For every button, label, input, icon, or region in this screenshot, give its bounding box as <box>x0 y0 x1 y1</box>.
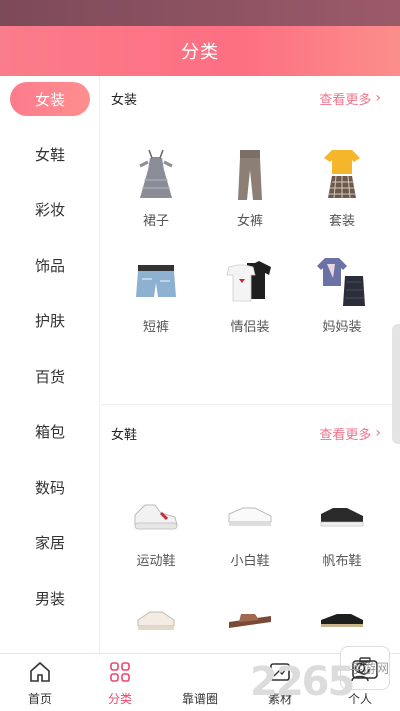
mom-outfit-icon <box>317 254 367 308</box>
category-item-mom-outfit[interactable]: 妈妈装 <box>297 254 387 335</box>
category-item-label: 裙子 <box>142 214 169 229</box>
tab-label: 分类 <box>107 692 132 706</box>
sidebar-item-womens-shoes[interactable]: 女鞋 <box>10 137 90 171</box>
couple-tshirt-icon <box>225 254 275 308</box>
category-item-shorts[interactable]: 短裤 <box>111 254 201 335</box>
category-item-label: 帆布鞋 <box>322 554 362 569</box>
section-title: 女装 <box>111 92 138 108</box>
category-item-shoe[interactable] <box>111 592 201 646</box>
tab-moments[interactable]: 靠谱圈 <box>165 646 390 708</box>
sidebar-item-label: 护肤 <box>34 311 65 330</box>
category-item-sneakers[interactable]: 运动鞋 <box>111 488 201 569</box>
chevron-right-icon: › <box>375 425 381 441</box>
white-shoe-icon <box>225 488 275 542</box>
watermark-number: 2265 <box>250 658 355 705</box>
section-title: 女鞋 <box>111 427 138 443</box>
section-divider <box>101 404 400 405</box>
sidebar-item-label: 箱包 <box>34 422 65 441</box>
shorts-icon <box>131 254 181 308</box>
page-title: 分类 <box>181 42 219 63</box>
view-more-link[interactable]: 查看更多 › <box>319 89 381 108</box>
category-item-pants[interactable]: 女裤 <box>205 148 295 229</box>
sidebar-item-label: 女鞋 <box>34 145 65 164</box>
sidebar-item-label: 女装 <box>34 90 65 109</box>
tab-label: 首页 <box>27 692 52 706</box>
header: 分类 <box>0 26 400 76</box>
category-sidebar: 女装 女鞋 彩妆 饰品 护肤 百货 箱包 数码 家居 男装 <box>0 76 100 653</box>
sidebar-item-menswear[interactable]: 男装 <box>10 581 90 615</box>
chevron-right-icon: › <box>375 90 381 106</box>
sidebar-item-label: 家居 <box>34 533 65 552</box>
section-header-womens-clothing: 女装 查看更多 › <box>111 86 381 110</box>
sidebar-item-digital[interactable]: 数码 <box>10 470 90 504</box>
category-item-sandal[interactable] <box>205 592 295 646</box>
category-item-label: 短裤 <box>142 320 169 335</box>
canvas-shoe-icon <box>317 488 367 542</box>
sidebar-item-general-goods[interactable]: 百货 <box>10 359 90 393</box>
category-item-canvas-shoes[interactable]: 帆布鞋 <box>297 488 387 569</box>
sidebar-item-label: 百货 <box>34 367 65 386</box>
watermark-logo: 2265 手游网 <box>250 652 400 711</box>
section-header-womens-shoes: 女鞋 查看更多 › <box>111 421 381 445</box>
category-item-couple-outfit[interactable]: 情侣装 <box>205 254 295 335</box>
watermark-site: 手游网 <box>350 662 390 677</box>
sidebar-item-womens-clothing[interactable]: 女装 <box>10 82 90 116</box>
category-grid-icon <box>85 658 155 686</box>
category-item-label: 情侣装 <box>230 320 270 335</box>
sidebar-item-home[interactable]: 家居 <box>10 525 90 559</box>
sidebar-item-skincare[interactable]: 护肤 <box>10 303 90 337</box>
category-item-outfit-set[interactable]: 套装 <box>297 148 387 229</box>
category-item-dress[interactable]: 裙子 <box>111 148 201 229</box>
dress-icon <box>131 148 181 202</box>
sidebar-item-accessories[interactable]: 饰品 <box>10 248 90 282</box>
category-item-white-shoes[interactable]: 小白鞋 <box>205 488 295 569</box>
category-item-label: 套装 <box>328 214 355 229</box>
tab-category[interactable]: 分类 <box>85 658 155 708</box>
category-item-loafer[interactable] <box>297 592 387 646</box>
loafer-icon <box>317 592 367 646</box>
sidebar-item-label: 饰品 <box>34 256 65 275</box>
category-item-label: 女裤 <box>236 214 263 229</box>
sidebar-item-label: 男装 <box>34 589 65 608</box>
tab-label: 靠谱圈 <box>181 692 218 706</box>
sidebar-item-label: 彩妆 <box>34 200 65 219</box>
scroll-handle[interactable] <box>392 324 400 444</box>
shoe-icon <box>131 592 181 646</box>
category-content: 女装 查看更多 › 裙子 女裤 套装 短裤 情侣装 妈妈装 女鞋 查看更多 › … <box>101 76 400 653</box>
category-item-label: 运动鞋 <box>136 554 176 569</box>
outfit-set-icon <box>317 148 367 202</box>
sandal-icon <box>225 592 275 646</box>
view-more-label: 查看更多 <box>319 427 372 443</box>
sidebar-item-label: 数码 <box>34 478 65 497</box>
sneaker-icon <box>131 488 181 542</box>
view-more-link[interactable]: 查看更多 › <box>319 424 381 443</box>
category-item-label: 妈妈装 <box>322 320 362 335</box>
pants-icon <box>225 148 275 202</box>
sidebar-item-bags[interactable]: 箱包 <box>10 414 90 448</box>
category-item-label: 小白鞋 <box>230 554 270 569</box>
sidebar-item-makeup[interactable]: 彩妆 <box>10 192 90 226</box>
status-bar <box>0 0 400 26</box>
view-more-label: 查看更多 <box>319 92 372 108</box>
home-icon <box>5 658 75 686</box>
tab-home[interactable]: 首页 <box>5 658 75 708</box>
